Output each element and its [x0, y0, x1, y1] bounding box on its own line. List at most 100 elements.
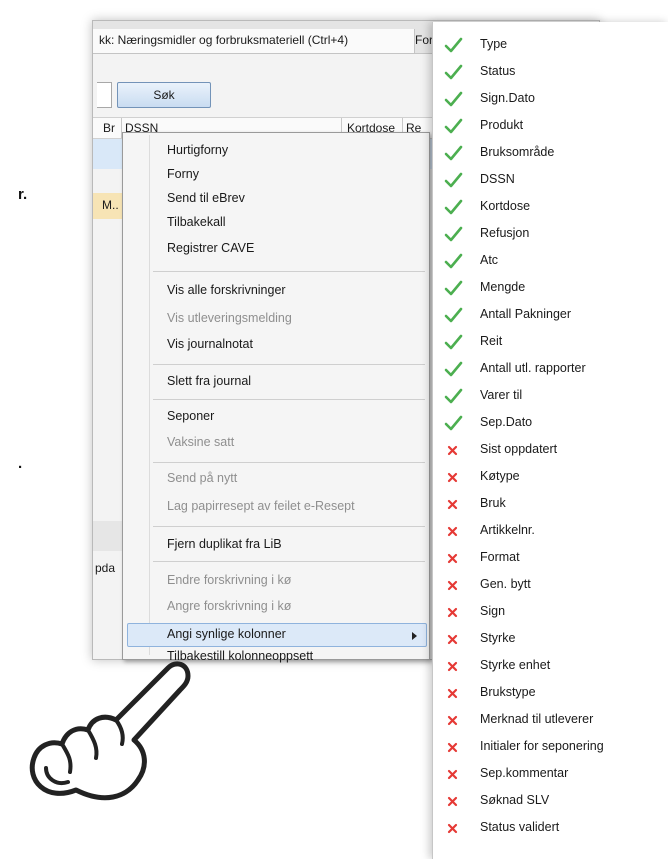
- column-option-label: Styrke: [480, 631, 516, 645]
- column-option[interactable]: Atc: [433, 248, 668, 275]
- column-option[interactable]: Refusjon: [433, 221, 668, 248]
- column-option[interactable]: Artikkelnr.: [433, 518, 668, 545]
- cross-icon: [441, 547, 465, 569]
- truncated-label: pda: [95, 561, 116, 575]
- menu-item-endre-forskrivning: Endre forskrivning i kø: [167, 573, 292, 587]
- column-option-label: Status validert: [480, 820, 560, 834]
- check-icon: [441, 385, 465, 407]
- document-text-fragment: r.: [18, 186, 28, 203]
- column-option[interactable]: Kortdose: [433, 194, 668, 221]
- menu-item-vis-alle-forskrivninger[interactable]: Vis alle forskrivninger: [167, 279, 286, 301]
- menu-item-seponer[interactable]: Seponer: [167, 405, 214, 427]
- menu-item-hurtigforny[interactable]: Hurtigforny: [167, 139, 228, 161]
- document-text-fragment: .: [18, 455, 23, 472]
- cross-icon: [441, 574, 465, 596]
- column-option[interactable]: Køtype: [433, 464, 668, 491]
- column-option[interactable]: Styrke enhet: [433, 653, 668, 680]
- cross-icon: [441, 601, 465, 623]
- column-option-label: Sep.Dato: [480, 415, 533, 429]
- column-option-label: Sign.Dato: [480, 91, 535, 105]
- menu-item-send-til-ebrev[interactable]: Send til eBrev: [167, 187, 245, 209]
- search-button[interactable]: Søk: [117, 82, 211, 108]
- column-option-label: Refusjon: [480, 226, 530, 240]
- column-option-label: Merknad til utleverer: [480, 712, 594, 726]
- column-chooser-submenu: Type Status Sign.Dato Produkt Bruksområde DSS…: [432, 22, 668, 859]
- column-option[interactable]: Sign: [433, 599, 668, 626]
- column-option-label: Antall utl. rapporter: [480, 361, 586, 375]
- column-option-label: Status: [480, 64, 516, 78]
- column-option[interactable]: Merknad til utleverer: [433, 707, 668, 734]
- pointing-hand-icon: [29, 661, 191, 801]
- column-option[interactable]: Sign.Dato: [433, 86, 668, 113]
- column-option[interactable]: Søknad SLV: [433, 788, 668, 815]
- menu-item-forny[interactable]: Forny: [167, 163, 199, 185]
- column-option-label: Bruksområde: [480, 145, 555, 159]
- column-option[interactable]: Produkt: [433, 113, 668, 140]
- column-option[interactable]: Format: [433, 545, 668, 572]
- column-header-br[interactable]: Br: [103, 118, 115, 138]
- column-option-label: Antall Pakninger: [480, 307, 572, 321]
- cross-icon: [441, 628, 465, 650]
- menu-item-tilbakekall[interactable]: Tilbakekall: [167, 211, 226, 233]
- cross-icon: [441, 439, 465, 461]
- check-icon: [441, 223, 465, 245]
- menu-item-vis-utleveringsmelding: Vis utleveringsmelding: [167, 311, 292, 325]
- column-option[interactable]: Sep.kommentar: [433, 761, 668, 788]
- column-option[interactable]: Sist oppdatert: [433, 437, 668, 464]
- cross-icon: [441, 736, 465, 758]
- column-option[interactable]: Status validert: [433, 815, 668, 842]
- column-option[interactable]: Mengde: [433, 275, 668, 302]
- cross-icon: [441, 817, 465, 839]
- column-option[interactable]: Antall utl. rapporter: [433, 356, 668, 383]
- submenu-arrow-icon: [412, 632, 417, 640]
- column-option[interactable]: Antall Pakninger: [433, 302, 668, 329]
- cross-icon: [441, 682, 465, 704]
- column-option[interactable]: Brukstype: [433, 680, 668, 707]
- tab-naeringsmidler[interactable]: kk: Næringsmidler og forbruksmateriell (…: [93, 29, 415, 53]
- column-option-label: Format: [480, 550, 520, 564]
- column-option[interactable]: Gen. bytt: [433, 572, 668, 599]
- column-option-label: Søknad SLV: [480, 793, 550, 807]
- column-option[interactable]: Bruk: [433, 491, 668, 518]
- column-option-label: Bruk: [480, 496, 506, 510]
- column-option-label: Artikkelnr.: [480, 523, 535, 537]
- column-option-label: Sign: [480, 604, 506, 618]
- column-option[interactable]: DSSN: [433, 167, 668, 194]
- check-icon: [441, 304, 465, 326]
- column-option-label: Sep.kommentar: [480, 766, 569, 780]
- cross-icon: [441, 520, 465, 542]
- column-option-label: Sist oppdatert: [480, 442, 558, 456]
- column-option[interactable]: Type: [433, 32, 668, 59]
- menu-item-vis-journalnotat[interactable]: Vis journalnotat: [167, 333, 253, 355]
- cross-icon: [441, 493, 465, 515]
- column-option[interactable]: Varer til: [433, 383, 668, 410]
- column-option-label: Brukstype: [480, 685, 536, 699]
- search-input[interactable]: [97, 82, 112, 108]
- context-menu: Hurtigforny Forny Send til eBrev Tilbake…: [122, 132, 430, 663]
- check-icon: [441, 250, 465, 272]
- table-cell: M..: [102, 198, 119, 212]
- column-option[interactable]: Styrke: [433, 626, 668, 653]
- column-option[interactable]: Bruksområde: [433, 140, 668, 167]
- check-icon: [441, 277, 465, 299]
- column-option-label: DSSN: [480, 172, 515, 186]
- column-option[interactable]: Sep.Dato: [433, 410, 668, 437]
- cross-icon: [441, 790, 465, 812]
- menu-item-fjern-duplikat[interactable]: Fjern duplikat fra LiB: [167, 533, 282, 555]
- check-icon: [441, 169, 465, 191]
- menu-item-angre-forskrivning: Angre forskrivning i kø: [167, 599, 292, 613]
- menu-item-registrer-cave[interactable]: Registrer CAVE: [167, 237, 254, 259]
- column-option[interactable]: Status: [433, 59, 668, 86]
- column-option[interactable]: Initialer for seponering: [433, 734, 668, 761]
- menu-item-slett-fra-journal[interactable]: Slett fra journal: [167, 370, 251, 392]
- cross-icon: [441, 763, 465, 785]
- check-icon: [441, 88, 465, 110]
- menu-item-lag-papirresept: Lag papirresept av feilet e-Resept: [167, 499, 355, 513]
- column-option-label: Kortdose: [480, 199, 531, 213]
- menu-item-send-pa-nytt: Send på nytt: [167, 471, 238, 485]
- cross-icon: [441, 466, 465, 488]
- column-option[interactable]: Reit: [433, 329, 668, 356]
- column-option-label: Type: [480, 37, 508, 51]
- cross-icon: [441, 655, 465, 677]
- column-option-label: Gen. bytt: [480, 577, 531, 591]
